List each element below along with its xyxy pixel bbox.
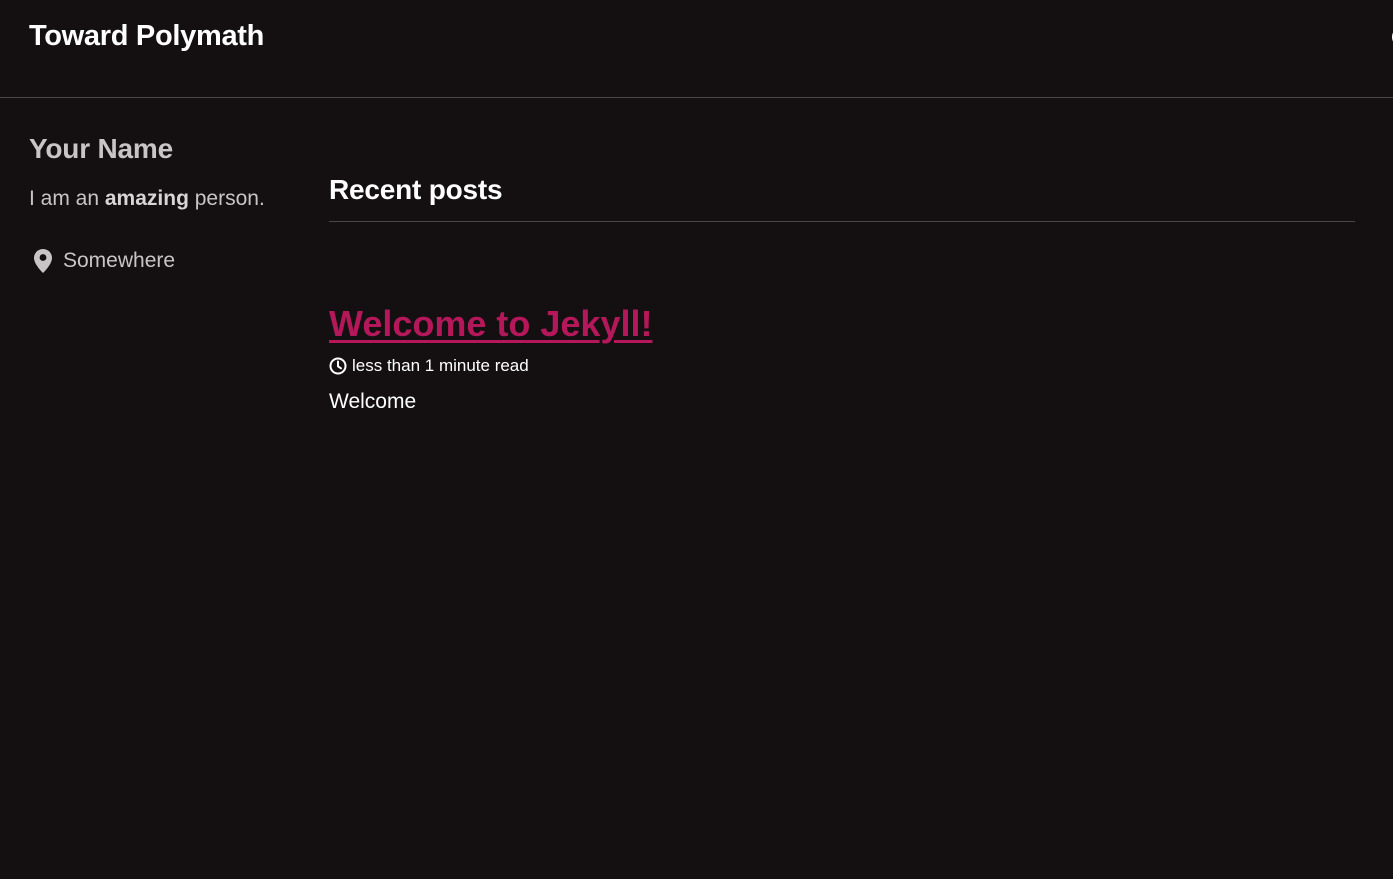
post-title: Welcome to Jekyll!	[329, 302, 1355, 346]
masthead: Toward Polymath	[0, 0, 1393, 98]
main-content: Recent posts Welcome to Jekyll! less tha…	[329, 170, 1355, 417]
author-location: Somewhere	[29, 246, 299, 276]
post-meta: less than 1 minute read	[329, 355, 1355, 377]
post-title-link[interactable]: Welcome to Jekyll!	[329, 303, 652, 344]
clock-icon	[329, 357, 347, 375]
author-bio-emphasis: amazing	[104, 187, 189, 210]
author-bio-suffix: person.	[188, 187, 265, 210]
author-bio: I am an amazing person.	[29, 184, 299, 214]
read-time: less than 1 minute read	[352, 356, 529, 375]
location-label: Somewhere	[63, 249, 176, 272]
search-icon[interactable]	[1387, 28, 1393, 50]
section-title: Recent posts	[329, 170, 1355, 222]
map-marker-icon	[34, 249, 52, 273]
author-sidebar: Your Name I am an amazing person. Somewh…	[29, 130, 299, 276]
author-bio-prefix: I am an	[29, 187, 105, 210]
author-name: Your Name	[29, 133, 173, 164]
post-item: Welcome to Jekyll! less than 1 minute re…	[329, 302, 1355, 417]
post-excerpt: Welcome	[329, 390, 417, 413]
site-title-link[interactable]: Toward Polymath	[29, 20, 264, 53]
